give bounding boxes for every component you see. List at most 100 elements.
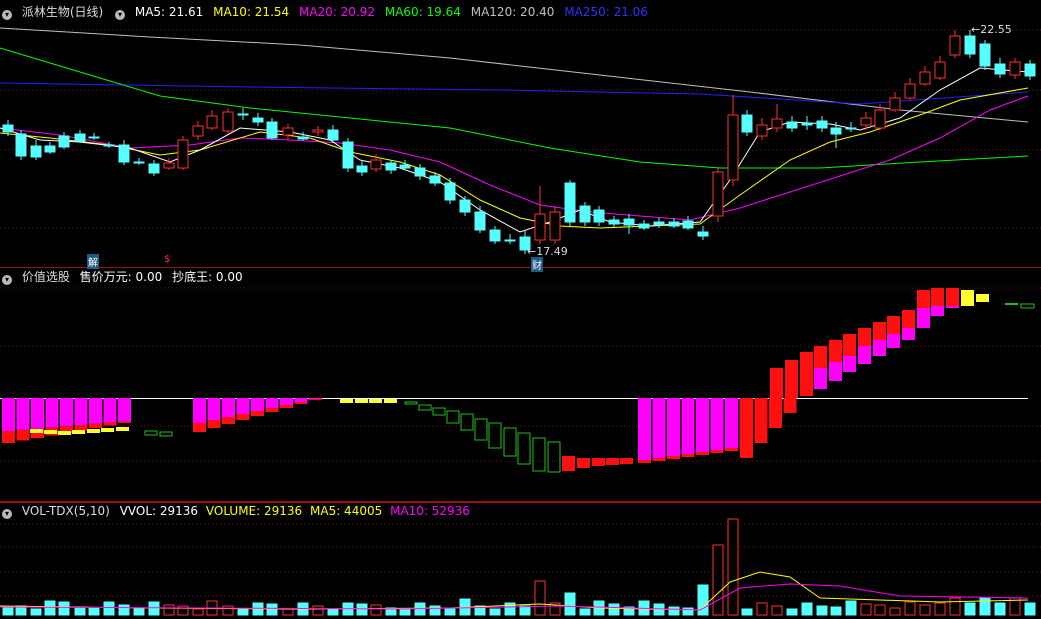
indicator-bar-red [652, 458, 666, 461]
price-pane-header: ▾ 派林生物(日线) ▾ MA5: 21.61 MA10: 21.54 MA20… [0, 4, 654, 20]
candle-down [342, 141, 354, 169]
candle-down [103, 144, 115, 147]
candle-down [74, 133, 86, 142]
event-unlock-badge[interactable]: 解 [87, 254, 99, 269]
candle-down [356, 165, 368, 173]
volume-bar [1024, 602, 1036, 616]
candle-up [949, 35, 961, 56]
candle-down [816, 120, 828, 129]
indicator-settings-icon[interactable]: ▾ [115, 10, 126, 20]
indicator-bar-red [193, 423, 206, 432]
indicator-settings-icon[interactable]: ▾ [2, 275, 12, 285]
indicator-bar-magenta [667, 398, 680, 456]
volume-bar [727, 518, 739, 616]
volume-pane-header: ▾ VOL-TDX(5,10) VVOL: 29136 VOLUME: 2913… [0, 503, 476, 519]
candle-down [252, 117, 264, 123]
candle-down [297, 136, 309, 140]
indicator-bar-red [783, 398, 797, 413]
indicator-bar-magenta [294, 398, 308, 402]
indicator-bar-green [517, 432, 531, 465]
candle-up [904, 83, 916, 99]
candle-down [2, 124, 14, 133]
candle-up [934, 61, 946, 79]
collapse-toggle-icon[interactable]: ▾ [2, 10, 12, 20]
indicator-bar-red [725, 448, 738, 451]
candle-up [771, 118, 783, 129]
indicator-bar-red [696, 452, 709, 455]
indicator-bar-magenta [946, 306, 959, 308]
indicator-settings-icon[interactable]: ▾ [2, 509, 12, 519]
volume-chart[interactable] [0, 502, 1041, 619]
price-pane[interactable]: ▾ 派林生物(日线) ▾ MA5: 21.61 MA10: 21.54 MA20… [0, 0, 1041, 272]
candle-down [133, 161, 145, 164]
volume-bar [444, 608, 456, 616]
candle-down [266, 121, 278, 139]
volume-bar [237, 608, 249, 616]
ma20-label: MA20: 20.92 [298, 5, 376, 19]
volume-bar [712, 544, 724, 616]
candlestick-chart[interactable] [0, 0, 1041, 268]
candle-down [697, 231, 709, 237]
ma10-line [0, 87, 1029, 229]
candle-down [385, 162, 397, 171]
indicator-bar-green [474, 418, 488, 441]
candle-down [1024, 63, 1036, 77]
indicator-bar-yellow [369, 399, 382, 403]
indicator-bar-green [404, 401, 418, 405]
candle-down [994, 63, 1006, 75]
indicator-bar-green [1005, 303, 1018, 305]
volume-bar [697, 584, 709, 616]
indicator-bar-green [446, 410, 460, 424]
candle-up [163, 162, 175, 169]
volume-pane[interactable]: ▾ VOL-TDX(5,10) VVOL: 29136 VOLUME: 2913… [0, 502, 1041, 619]
volume-bar [771, 605, 783, 616]
candle-down [564, 182, 576, 223]
candle-down [830, 127, 842, 135]
indicator-pane[interactable]: ▾ 价值选股 售价万元: 0.00 抄底王: 0.00 [0, 268, 1041, 502]
indicator-bar-magenta [858, 346, 871, 364]
volume-indicator-name[interactable]: VOL-TDX(5,10) [22, 504, 110, 518]
candle-up [370, 159, 382, 170]
candle-down [118, 144, 130, 163]
indicator-bar-magenta [265, 398, 279, 408]
indicator-bar-magenta [89, 398, 102, 424]
indicator-bar-yellow [101, 428, 114, 432]
indicator-bar-yellow [976, 294, 989, 302]
value-selection-histogram[interactable] [0, 268, 1041, 502]
indicator-bar-red [207, 420, 221, 428]
candle-up [889, 97, 901, 111]
indicator-bar-red [103, 422, 117, 426]
candle-down [429, 175, 441, 184]
volume-bar [222, 605, 234, 616]
ma10-label: MA10: 21.54 [213, 5, 290, 19]
volume-ma5-label: MA5: 44005 [310, 504, 383, 518]
indicator-bar-green [532, 437, 546, 472]
indicator-bar-red [754, 398, 768, 443]
volume-bar [312, 605, 324, 616]
indicator-name[interactable]: 价值选股 [22, 270, 70, 284]
volume-label: VOLUME: 29136 [205, 504, 303, 518]
candle-down [148, 163, 160, 174]
indicator-bar-green [418, 404, 432, 411]
volume-bar [74, 606, 86, 616]
indicator-bar-red [740, 398, 753, 458]
volume-bar [2, 606, 14, 616]
event-dividend-badge[interactable]: $ [164, 254, 170, 265]
candle-down [608, 219, 620, 225]
indicator-bar-magenta [843, 356, 856, 372]
high-price-marker: ←22.55 [971, 23, 1012, 36]
volume-bar [874, 604, 886, 616]
indicator-bar-yellow [87, 429, 100, 433]
volume-bar [845, 600, 857, 616]
indicator-bar-magenta [236, 398, 250, 414]
ma60-line [0, 47, 1029, 169]
indicator-bar-red [222, 417, 235, 424]
indicator-bar-green [460, 413, 474, 431]
candle-down [845, 127, 857, 130]
indicator-bar-red [16, 429, 30, 441]
indicator-bar-red [577, 458, 590, 468]
candle-up [727, 114, 739, 181]
volume-bar [192, 608, 204, 616]
stock-name[interactable]: 派林生物(日线) [22, 5, 103, 19]
indicator-bar-red [638, 460, 651, 463]
